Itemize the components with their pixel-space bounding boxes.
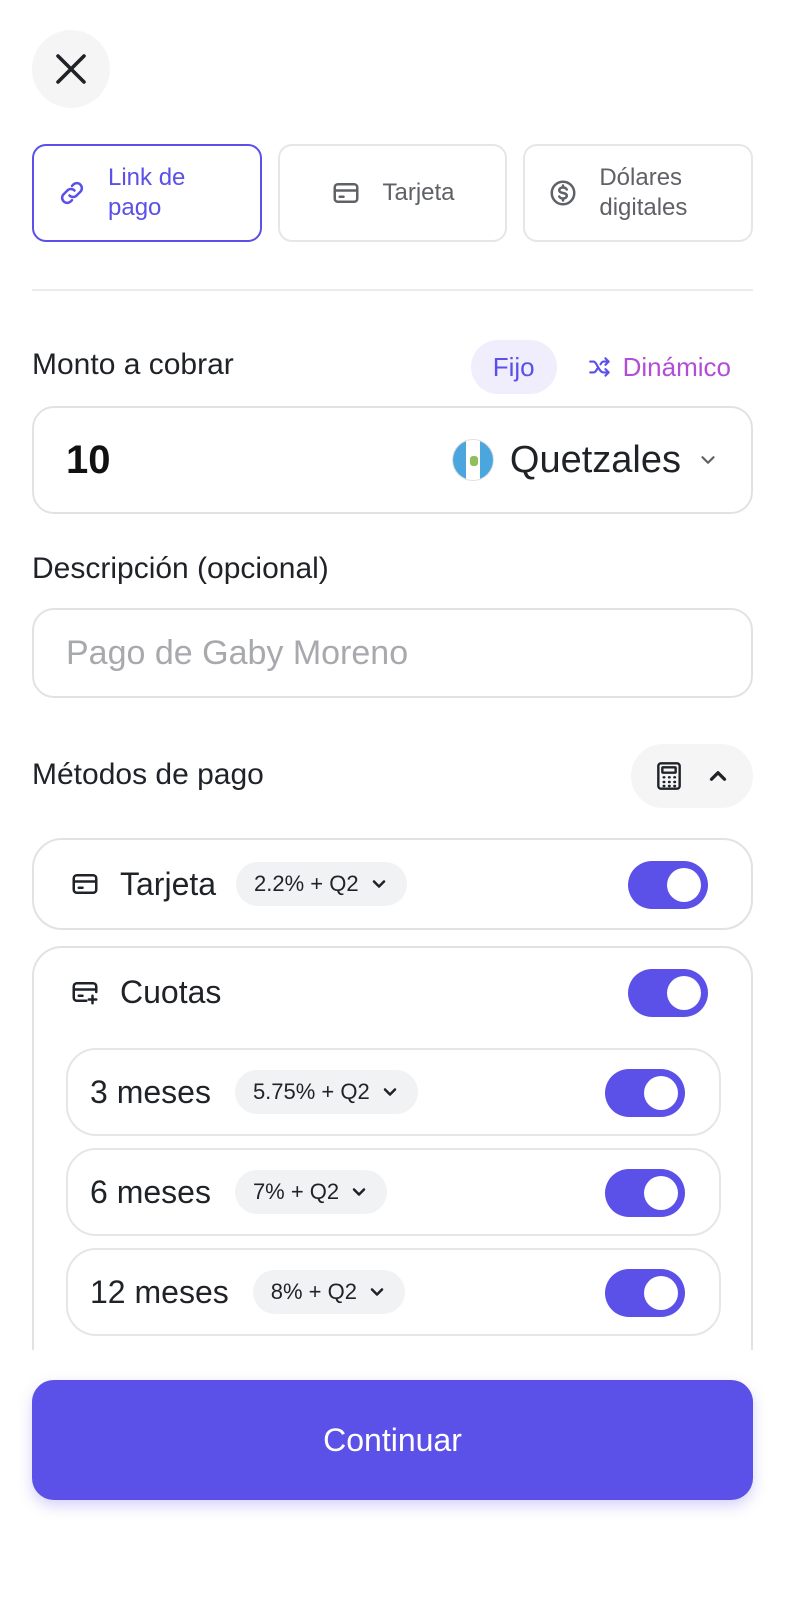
- chevron-down-icon: [370, 1288, 384, 1296]
- fee-value: 8% + Q2: [270, 1279, 357, 1304]
- plan-6-meses-card: 6 meses 7% + Q2: [66, 1148, 721, 1236]
- tab-dolares-digitales[interactable]: Dólares digitales: [523, 144, 754, 242]
- mode-fijo-label: Fijo: [492, 351, 535, 382]
- card-icon: [72, 874, 98, 894]
- continue-button[interactable]: Continuar: [32, 1380, 753, 1500]
- amount-label: Monto a cobrar: [32, 348, 234, 381]
- tab-label: Tarjeta: [382, 179, 455, 206]
- guatemala-flag-icon: [451, 439, 494, 481]
- plan-12-meses-card: 12 meses 8% + Q2: [66, 1248, 721, 1336]
- plan-6-meses-toggle[interactable]: [605, 1169, 685, 1217]
- plan-label: 12 meses: [90, 1273, 229, 1310]
- description-input[interactable]: [32, 608, 753, 698]
- method-tarjeta-toggle[interactable]: [628, 861, 708, 909]
- mode-dinamico-label: Dinámico: [622, 351, 731, 382]
- tab-tarjeta[interactable]: Tarjeta: [277, 144, 508, 242]
- method-cuotas-toggle[interactable]: [628, 969, 708, 1017]
- method-tarjeta-card: Tarjeta 2.2% + Q2: [32, 838, 753, 930]
- fee-value: 5.75% + Q2: [252, 1079, 370, 1104]
- tab-label: Link de pago: [108, 164, 186, 221]
- link-icon: [56, 177, 88, 209]
- plan-label: 3 meses: [90, 1073, 211, 1110]
- continue-label: Continuar: [323, 1421, 462, 1458]
- chevron-down-icon: [372, 880, 385, 888]
- fee-value: 2.2% + Q2: [254, 871, 359, 896]
- method-cuotas-card: Cuotas 3 meses 5.75% + Q2 6 meses 7% + Q…: [32, 946, 753, 1350]
- payment-methods-list[interactable]: Tarjeta 2.2% + Q2 Cuotas 3 meses 5.75% +…: [32, 838, 753, 1350]
- currency-select[interactable]: Quetzales: [451, 438, 719, 482]
- payment-type-tabs: Link de pago Tarjeta Dólares digitales: [32, 144, 754, 242]
- chevron-down-icon: [352, 1188, 366, 1196]
- divider: [32, 289, 753, 291]
- close-icon: [56, 54, 86, 84]
- fee-calculator-toggle[interactable]: [631, 744, 753, 808]
- method-tarjeta-label: Tarjeta: [120, 865, 217, 902]
- description-label: Descripción (opcional): [32, 552, 329, 585]
- mode-fijo-button[interactable]: Fijo: [470, 340, 557, 394]
- payment-methods-label: Métodos de pago: [32, 758, 264, 791]
- chevron-down-icon: [383, 1088, 396, 1096]
- tab-label: Dólares digitales: [599, 164, 688, 221]
- amount-value[interactable]: 10: [66, 438, 452, 483]
- shuffle-icon: [588, 357, 610, 377]
- card-plus-icon: [72, 982, 98, 1005]
- card-icon: [330, 177, 362, 209]
- method-tarjeta-fee-dropdown[interactable]: 2.2% + Q2: [236, 862, 407, 906]
- close-button[interactable]: [32, 30, 110, 108]
- amount-mode-toggle: Fijo Dinámico: [470, 340, 753, 394]
- chevron-up-icon: [709, 771, 727, 781]
- fee-value: 7% + Q2: [252, 1179, 340, 1204]
- amount-field[interactable]: 10 Quetzales: [32, 406, 753, 514]
- dollar-circle-icon: [547, 177, 579, 209]
- chevron-down-icon: [701, 456, 715, 464]
- calculator-icon: [657, 762, 681, 790]
- plan-6-meses-fee-dropdown[interactable]: 7% + Q2: [234, 1170, 388, 1214]
- plan-3-meses-fee-dropdown[interactable]: 5.75% + Q2: [234, 1070, 418, 1114]
- currency-name: Quetzales: [509, 438, 681, 481]
- tab-link-de-pago[interactable]: Link de pago: [32, 144, 262, 242]
- plan-3-meses-toggle[interactable]: [605, 1069, 685, 1117]
- method-cuotas-label: Cuotas: [120, 973, 222, 1010]
- mode-dinamico-button[interactable]: Dinámico: [565, 340, 753, 394]
- plan-3-meses-card: 3 meses 5.75% + Q2: [66, 1048, 721, 1136]
- plan-label: 6 meses: [90, 1173, 211, 1210]
- plan-12-meses-toggle[interactable]: [605, 1269, 685, 1317]
- plan-12-meses-fee-dropdown[interactable]: 8% + Q2: [252, 1270, 405, 1314]
